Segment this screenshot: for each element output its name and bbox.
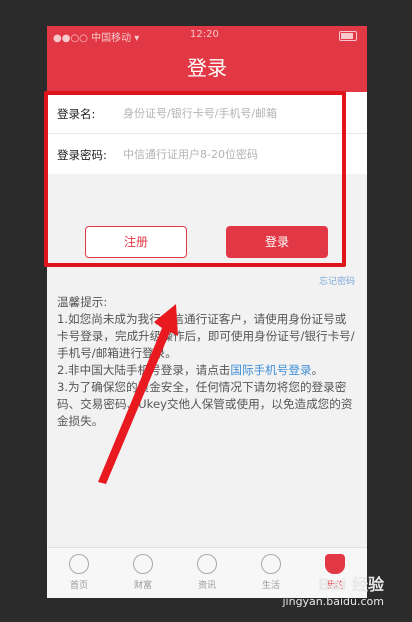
- tab-news-label: 资讯: [197, 581, 216, 591]
- home-icon: [69, 554, 89, 574]
- tab-home[interactable]: 首页: [47, 554, 111, 591]
- tab-life-label: 生活: [261, 581, 280, 591]
- tips-item-2-suffix: 。: [311, 363, 324, 377]
- watermark: Bai 经验 jingyan.baidu.com: [282, 571, 384, 608]
- watermark-brand: Bai 经验: [317, 575, 384, 594]
- password-row: 登录密码:: [47, 133, 367, 174]
- username-row: 登录名:: [47, 92, 367, 134]
- cup-icon: [261, 554, 281, 574]
- tab-home-label: 首页: [69, 581, 88, 591]
- status-time: 12:20: [190, 29, 219, 40]
- tips-item-1: 1.如您尚未成为我行中信通行证客户，请使用身份证号或卡号登录，完成升级操作后，即…: [57, 312, 355, 360]
- username-input[interactable]: [123, 102, 353, 124]
- password-label: 登录密码:: [57, 148, 107, 162]
- forgot-password-link[interactable]: 忘记密码: [319, 274, 355, 287]
- password-input[interactable]: [123, 143, 353, 165]
- login-form: 登录名: 登录密码:: [47, 92, 367, 174]
- tips-title: 温馨提示:: [57, 295, 108, 309]
- tips-item-2-prefix: 2.非中国大陆手机号登录，请点击: [57, 363, 231, 377]
- tips-item-2: 2.非中国大陆手机号登录，请点击国际手机号登录。: [57, 362, 357, 379]
- international-phone-login-link[interactable]: 国际手机号登录: [230, 363, 311, 377]
- watermark-url: jingyan.baidu.com: [282, 595, 384, 608]
- tips-section: 温馨提示: 1.如您尚未成为我行中信通行证客户，请使用身份证号或卡号登录，完成升…: [57, 294, 357, 430]
- login-button[interactable]: 登录: [226, 226, 328, 258]
- battery-icon: [339, 31, 357, 41]
- status-bar: ●●○○ 中国移动 ▾ 12:20: [47, 26, 367, 44]
- tab-news[interactable]: 资讯: [175, 554, 239, 591]
- register-button[interactable]: 注册: [85, 226, 187, 258]
- phone-screen: ●●○○ 中国移动 ▾ 12:20 登录 登录名: 登录密码: 注册 登录 忘记…: [47, 26, 367, 598]
- tab-wealth[interactable]: 财富: [111, 554, 175, 591]
- wealth-icon: [133, 554, 153, 574]
- username-label: 登录名:: [57, 107, 96, 121]
- nav-bar: 登录: [47, 44, 367, 92]
- tab-wealth-label: 财富: [133, 581, 152, 591]
- chat-bubble-icon: [197, 554, 217, 574]
- carrier-label: ●●○○ 中国移动 ▾: [53, 33, 140, 44]
- page-title: 登录: [187, 56, 227, 80]
- tips-item-3: 3.为了确保您的资金安全，任何情况下请勿将您的登录密码、交易密码、Ukey交他人…: [57, 380, 353, 428]
